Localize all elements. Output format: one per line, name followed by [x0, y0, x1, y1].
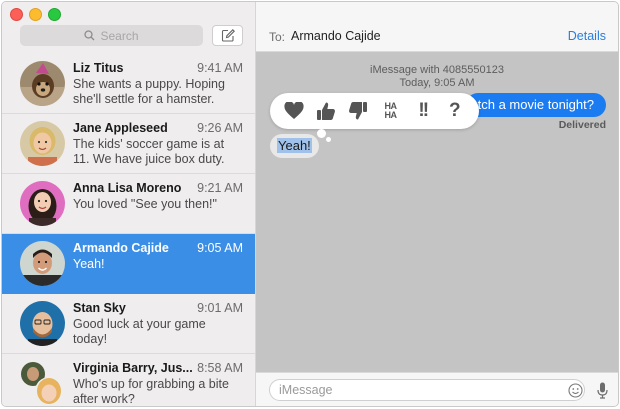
tapback-menu: HA HA !! ? — [270, 93, 479, 129]
message-preview: Good luck at your game today! — [73, 317, 243, 347]
recipient-name[interactable]: Armando Cajide — [291, 29, 381, 43]
message-time: 9:41 AM — [197, 61, 243, 75]
contact-name: Virginia Barry, Jus... — [73, 361, 193, 375]
conversation-pane: To: Armando Cajide Details iMessage with… — [256, 2, 618, 406]
microphone-icon[interactable] — [597, 382, 608, 399]
search-icon — [84, 30, 95, 41]
contact-name: Liz Titus — [73, 61, 123, 75]
contact-name: Stan Sky — [73, 301, 126, 315]
timestamp-line: Today, 9:05 AM — [256, 77, 618, 90]
contact-name: Armando Cajide — [73, 241, 169, 255]
message-time: 8:58 AM — [197, 361, 243, 375]
haha-label-bottom: HA — [385, 111, 397, 120]
close-button[interactable] — [10, 8, 23, 21]
conversation-item[interactable]: Anna Lisa Moreno 9:21 AM You loved "See … — [2, 174, 255, 234]
avatar — [20, 121, 65, 166]
message-preview: Who's up for grabbing a bite after work? — [73, 377, 243, 407]
composer-bar: iMessage — [256, 372, 618, 406]
received-message-text: Yeah! — [277, 138, 312, 153]
to-label: To: — [269, 30, 285, 44]
messages-window: Search Liz Titus 9:41 AM She wants a pup… — [1, 1, 619, 407]
emoji-icon[interactable] — [568, 383, 583, 398]
thumbs-up-icon[interactable] — [313, 98, 339, 124]
message-preview: You loved "See you then!" — [73, 197, 243, 212]
message-preview: She wants a puppy. Hoping she'll settle … — [73, 77, 243, 107]
message-time: 9:05 AM — [197, 241, 243, 255]
question-icon[interactable]: ? — [442, 98, 468, 124]
exclamation-icon[interactable]: !! — [410, 98, 436, 124]
avatar — [20, 181, 65, 226]
sidebar: Search Liz Titus 9:41 AM She wants a pup… — [2, 2, 256, 406]
avatar — [20, 241, 65, 286]
conversation-item-selected[interactable]: Armando Cajide 9:05 AM Yeah! — [2, 234, 255, 294]
window-controls — [10, 8, 61, 21]
message-time: 9:26 AM — [197, 121, 243, 135]
delivered-status: Delivered — [559, 119, 606, 131]
message-preview: The kids' soccer game is at 11. We have … — [73, 137, 243, 167]
conversation-item[interactable]: Stan Sky 9:01 AM Good luck at your game … — [2, 294, 255, 354]
thumbs-down-icon[interactable] — [345, 98, 371, 124]
conversation-meta: iMessage with 4085550123 Today, 9:05 AM — [256, 64, 618, 89]
tapback-tail-dot — [326, 137, 331, 142]
message-time: 9:01 AM — [197, 301, 243, 315]
received-message-bubble[interactable]: Yeah! — [270, 134, 319, 158]
message-input-placeholder: iMessage — [279, 383, 333, 397]
compose-icon — [221, 29, 235, 42]
service-line: iMessage with 4085550123 — [256, 64, 618, 77]
tapback-tail — [317, 129, 326, 138]
sent-message-bubble[interactable]: tch a movie tonight? — [466, 93, 606, 117]
message-input[interactable]: iMessage — [269, 379, 585, 401]
contact-name: Jane Appleseed — [73, 121, 168, 135]
heart-icon[interactable] — [281, 98, 307, 124]
search-input[interactable]: Search — [20, 25, 203, 46]
conversation-item[interactable]: Liz Titus 9:41 AM She wants a puppy. Hop… — [2, 54, 255, 114]
zoom-button[interactable] — [48, 8, 61, 21]
conversation-item[interactable]: Virginia Barry, Jus... 8:58 AM Who's up … — [2, 354, 255, 407]
group-avatar — [20, 361, 65, 406]
conversation-header: To: Armando Cajide Details — [256, 2, 618, 52]
conversation-list: Liz Titus 9:41 AM She wants a puppy. Hop… — [2, 54, 255, 407]
avatar — [20, 301, 65, 346]
avatar — [20, 61, 65, 106]
contact-name: Anna Lisa Moreno — [73, 181, 181, 195]
compose-button[interactable] — [212, 25, 243, 46]
details-button[interactable]: Details — [568, 29, 606, 43]
search-placeholder: Search — [100, 29, 138, 43]
minimize-button[interactable] — [29, 8, 42, 21]
message-time: 9:21 AM — [197, 181, 243, 195]
message-preview: Yeah! — [73, 257, 243, 272]
conversation-item[interactable]: Jane Appleseed 9:26 AM The kids' soccer … — [2, 114, 255, 174]
haha-icon[interactable]: HA HA — [378, 98, 404, 124]
